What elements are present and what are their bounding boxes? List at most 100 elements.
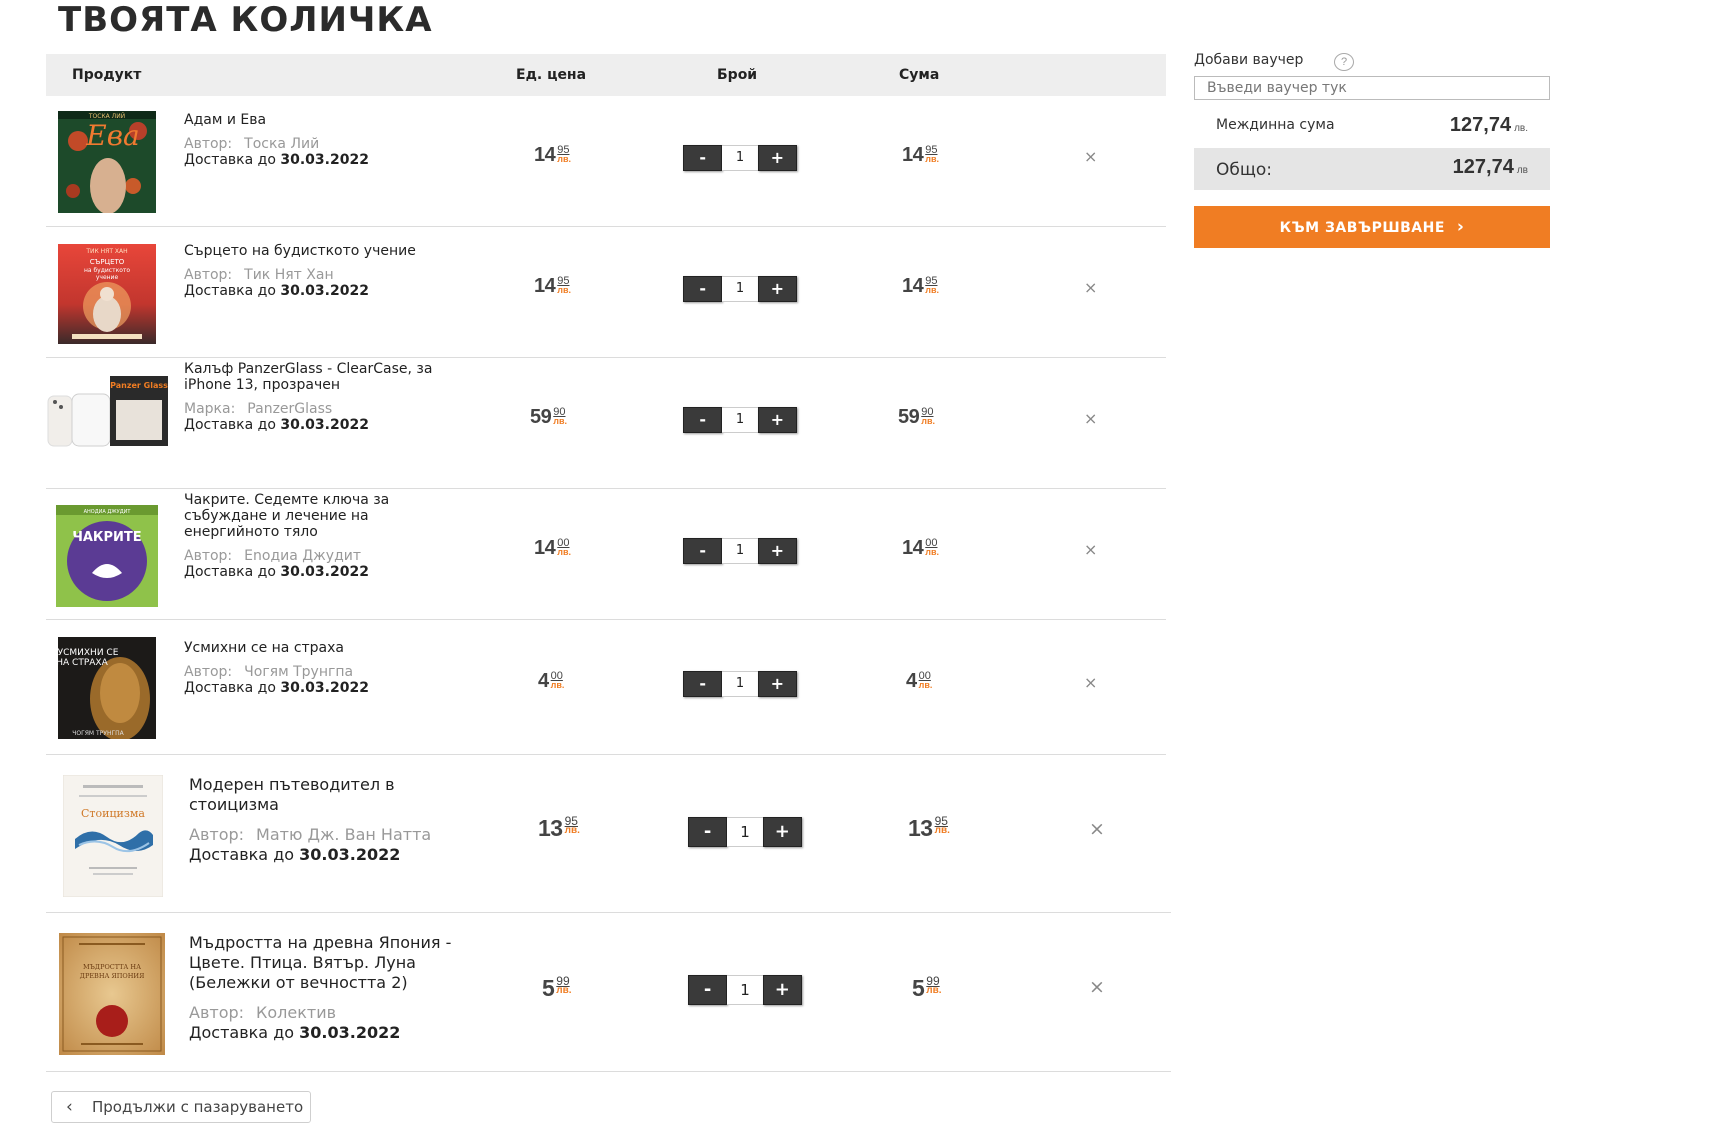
header-total: Сума bbox=[899, 67, 940, 83]
product-image[interactable]: Panzer Glass bbox=[46, 376, 168, 458]
quantity-stepper: - 1 + bbox=[683, 671, 798, 697]
line-total: 14 95 лв. bbox=[902, 275, 940, 297]
quantity-input[interactable]: 1 bbox=[722, 538, 758, 564]
cart-table-header: Продукт Ед. цена Брой Сума bbox=[46, 54, 1166, 96]
checkout-label: КЪМ ЗАВЪРШВАНЕ bbox=[1279, 220, 1445, 236]
product-image[interactable]: ТИК НЯТ ХАН СЪРЦЕТО на будисткото учение bbox=[58, 244, 156, 344]
quantity-stepper: - 1 + bbox=[683, 145, 798, 171]
product-info: Калъф PanzerGlass - ClearCase, за iPhone… bbox=[184, 361, 454, 433]
product-name[interactable]: Чакрите. Седемте ключа за събуждане и ле… bbox=[184, 492, 454, 540]
decrease-quantity-button[interactable]: - bbox=[688, 975, 728, 1005]
product-author: Автор: Матю Дж. Ван Натта bbox=[189, 825, 432, 844]
product-name[interactable]: Сърцето на будисткото учение bbox=[184, 243, 454, 259]
remove-item-icon[interactable]: × bbox=[1084, 147, 1097, 166]
line-total: 5 99 лв. bbox=[912, 974, 942, 1001]
product-name[interactable]: Модерен пътеводител в стоицизма bbox=[189, 775, 459, 815]
total-label: Общо: bbox=[1216, 160, 1273, 180]
unit-price: 14 95 лв. bbox=[534, 275, 572, 297]
product-image[interactable]: Стоицизма bbox=[63, 775, 163, 897]
product-image[interactable]: АНОДИА ДЖУДИТ ЧАКРИТЕ bbox=[56, 505, 158, 607]
total-row: Общо: 127,74 лв bbox=[1194, 148, 1550, 190]
delivery-date: Доставка до 30.03.2022 bbox=[189, 845, 401, 864]
book-cover-stoicism: Стоицизма bbox=[63, 775, 163, 897]
increase-quantity-button[interactable]: + bbox=[757, 671, 798, 697]
decrease-quantity-button[interactable]: - bbox=[688, 817, 728, 847]
decrease-quantity-button[interactable]: - bbox=[683, 407, 723, 433]
product-author: Автор: Тик Нят Хан bbox=[184, 267, 334, 283]
unit-price: 59 90 лв. bbox=[530, 406, 568, 428]
unit-price: 14 00 лв. bbox=[534, 537, 572, 559]
delivery-date: Доставка до 30.03.2022 bbox=[184, 417, 369, 433]
delivery-date: Доставка до 30.03.2022 bbox=[184, 152, 369, 168]
product-name[interactable]: Адам и Ева bbox=[184, 112, 454, 128]
quantity-input[interactable]: 1 bbox=[727, 975, 763, 1005]
svg-text:НА СТРАХА: НА СТРАХА bbox=[58, 658, 109, 668]
cart-table: Продукт Ед. цена Брой Сума ТОСКА ЛИЙ Ева… bbox=[46, 54, 1171, 1072]
product-info: Усмихни се на страха Автор: Чогям Трунгпа… bbox=[184, 640, 454, 696]
product-info: Адам и Ева Автор: Тоска Лий Доставка до 3… bbox=[184, 112, 454, 168]
chevron-left-icon: ‹ bbox=[66, 1097, 73, 1117]
remove-item-icon[interactable]: × bbox=[1089, 818, 1105, 840]
page-title: ТВОЯТА КОЛИЧКА bbox=[58, 0, 433, 40]
increase-quantity-button[interactable]: + bbox=[762, 817, 803, 847]
remove-item-icon[interactable]: × bbox=[1084, 540, 1097, 559]
voucher-input[interactable] bbox=[1194, 76, 1550, 100]
product-name[interactable]: Мъдростта на древна Япония - Цвете. Птиц… bbox=[189, 933, 459, 993]
delivery-date: Доставка до 30.03.2022 bbox=[184, 680, 369, 696]
quantity-input[interactable]: 1 bbox=[727, 817, 763, 847]
cart-row: УСМИХНИ СЕ НА СТРАХА ЧОГЯМ ТРУНГПА Усмих… bbox=[46, 620, 1166, 755]
product-info: Чакрите. Седемте ключа за събуждане и ле… bbox=[184, 492, 454, 580]
continue-shopping-label: Продължи с пазаруването bbox=[92, 1098, 304, 1116]
line-total: 14 00 лв. bbox=[902, 537, 940, 559]
decrease-quantity-button[interactable]: - bbox=[683, 671, 723, 697]
subtotal-value: 127,74 лв. bbox=[1449, 114, 1528, 136]
quantity-stepper: - 1 + bbox=[688, 975, 803, 1005]
svg-text:ТИК НЯТ ХАН: ТИК НЯТ ХАН bbox=[85, 248, 127, 255]
cart-row: Стоицизма Модерен пътеводител в стоицизм… bbox=[46, 755, 1171, 913]
remove-item-icon[interactable]: × bbox=[1084, 409, 1097, 428]
product-photo-phone-case: Panzer Glass bbox=[46, 376, 168, 458]
quantity-input[interactable]: 1 bbox=[722, 276, 758, 302]
product-image[interactable]: УСМИХНИ СЕ НА СТРАХА ЧОГЯМ ТРУНГПА bbox=[58, 637, 156, 739]
product-author: Автор: Тоска Лий bbox=[184, 136, 320, 152]
remove-item-icon[interactable]: × bbox=[1084, 673, 1097, 692]
book-cover-chakras: АНОДИА ДЖУДИТ ЧАКРИТЕ bbox=[56, 505, 158, 607]
header-unit-price: Ед. цена bbox=[516, 67, 587, 83]
remove-item-icon[interactable]: × bbox=[1089, 976, 1105, 998]
product-image[interactable]: ТОСКА ЛИЙ Ева bbox=[58, 111, 156, 213]
delivery-date: Доставка до 30.03.2022 bbox=[189, 1023, 401, 1042]
increase-quantity-button[interactable]: + bbox=[757, 407, 798, 433]
subtotal-label: Междинна сума bbox=[1216, 117, 1335, 133]
quantity-input[interactable]: 1 bbox=[722, 145, 758, 171]
remove-item-icon[interactable]: × bbox=[1084, 278, 1097, 297]
svg-text:учение: учение bbox=[96, 274, 119, 281]
line-total: 4 00 лв. bbox=[906, 670, 933, 692]
quantity-input[interactable]: 1 bbox=[722, 407, 758, 433]
svg-text:Стоицизма: Стоицизма bbox=[81, 807, 145, 820]
chevron-right-icon: › bbox=[1456, 217, 1465, 237]
checkout-button[interactable]: КЪМ ЗАВЪРШВАНЕ › bbox=[1194, 206, 1550, 248]
decrease-quantity-button[interactable]: - bbox=[683, 276, 723, 302]
decrease-quantity-button[interactable]: - bbox=[683, 145, 723, 171]
increase-quantity-button[interactable]: + bbox=[757, 145, 798, 171]
quantity-input[interactable]: 1 bbox=[722, 671, 758, 697]
decrease-quantity-button[interactable]: - bbox=[683, 538, 723, 564]
book-cover-buddhist-heart: ТИК НЯТ ХАН СЪРЦЕТО на будисткото учение bbox=[58, 244, 156, 344]
product-name[interactable]: Усмихни се на страха bbox=[184, 640, 454, 656]
increase-quantity-button[interactable]: + bbox=[762, 975, 803, 1005]
product-info: Сърцето на будисткото учение Автор: Тик Н… bbox=[184, 243, 454, 299]
delivery-date: Доставка до 30.03.2022 bbox=[184, 564, 369, 580]
book-cover-adam-eva: ТОСКА ЛИЙ Ева bbox=[58, 111, 156, 213]
help-icon[interactable]: ? bbox=[1334, 53, 1354, 71]
order-summary: Междинна сума 127,74 лв. Общо: 127,74 лв bbox=[1194, 106, 1550, 190]
product-image[interactable]: МЪДРОСТТА НА ДРЕВНА ЯПОНИЯ bbox=[59, 933, 165, 1055]
increase-quantity-button[interactable]: + bbox=[757, 538, 798, 564]
product-brand: Марка: PanzerGlass bbox=[184, 401, 333, 417]
product-info: Мъдростта на древна Япония - Цвете. Птиц… bbox=[189, 933, 459, 1043]
svg-text:Ева: Ева bbox=[85, 119, 139, 152]
increase-quantity-button[interactable]: + bbox=[757, 276, 798, 302]
cart-row: АНОДИА ДЖУДИТ ЧАКРИТЕ Чакрите. Седемте к… bbox=[46, 489, 1166, 620]
product-name[interactable]: Калъф PanzerGlass - ClearCase, за iPhone… bbox=[184, 361, 454, 393]
continue-shopping-button[interactable]: ‹ Продължи с пазаруването bbox=[51, 1091, 311, 1123]
subtotal-row: Междинна сума 127,74 лв. bbox=[1194, 106, 1550, 144]
